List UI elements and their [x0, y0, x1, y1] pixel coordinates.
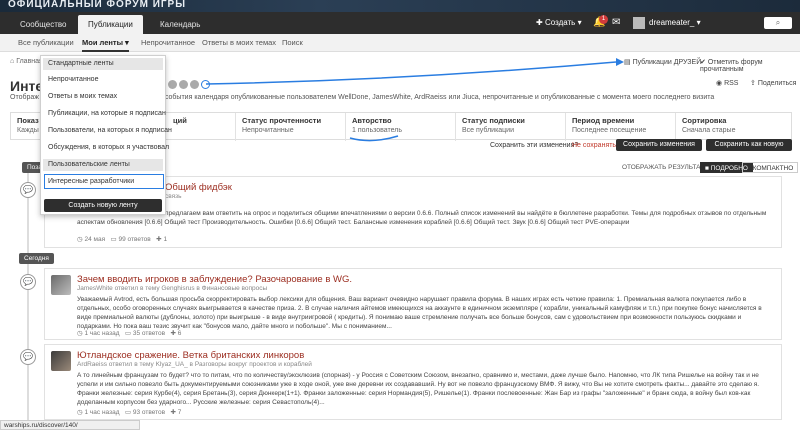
- dropdown-item-participated[interactable]: Обсуждения, в которых я участвовал: [48, 144, 169, 151]
- dropdown-section-standard: Стандартные ленты: [43, 58, 163, 70]
- annotation-underline: [349, 135, 399, 142]
- dropdown-item-replies[interactable]: Ответы в моих темах: [48, 93, 117, 100]
- dropdown-section-custom: Пользовательские ленты: [43, 159, 163, 171]
- dropdown-item-followed-content[interactable]: Публикации, на которые я подписан: [48, 110, 166, 117]
- dropdown-item-unread[interactable]: Непрочитанное: [48, 76, 98, 83]
- dropdown-item-followed-users[interactable]: Пользователи, на которых я подписан: [48, 127, 172, 134]
- status-bar-url: warships.ru/discover/140/: [0, 420, 140, 430]
- annotation-arrow: [205, 61, 617, 85]
- create-feed-button[interactable]: Создать новую ленту: [44, 199, 162, 212]
- annotation-arrow-head: [616, 58, 624, 66]
- dropdown-item-interesting-devs[interactable]: Интересные разработчики: [48, 178, 134, 185]
- my-feeds-dropdown: Стандартные ленты Непрочитанное Ответы в…: [40, 55, 172, 215]
